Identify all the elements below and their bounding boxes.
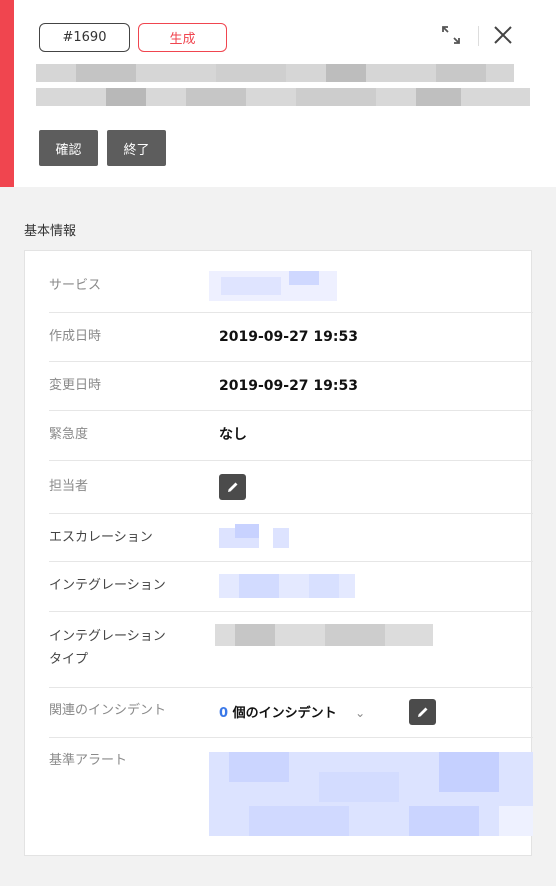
confirm-button[interactable]: 確認 <box>39 130 98 166</box>
related-count: 0 <box>219 706 229 721</box>
close-icon <box>494 26 512 44</box>
service-value-redacted <box>209 271 337 301</box>
row-integration-type: インテグレーション タイプ <box>49 612 533 688</box>
urgency-value: なし <box>219 427 247 443</box>
edit-assignee-button[interactable] <box>219 474 246 500</box>
escalation-value-redacted <box>219 524 289 548</box>
field-label: 関連のインシデント <box>49 703 167 718</box>
chevron-down-icon: ⌄ <box>355 706 366 720</box>
status-badge: 生成 <box>138 23 227 52</box>
pencil-icon <box>227 482 237 492</box>
close-button[interactable] <box>488 20 518 50</box>
field-label: インテグレーション <box>49 578 166 593</box>
row-created: 作成日時 2019-09-27 19:53 <box>49 313 533 362</box>
field-label: サービス <box>49 278 102 293</box>
edit-related-button[interactable] <box>409 699 436 725</box>
field-label: 作成日時 <box>49 329 102 344</box>
base-alert-value-redacted <box>209 752 533 836</box>
integration-type-value-redacted <box>215 624 433 646</box>
row-assignee: 担当者 <box>49 461 533 514</box>
expand-icon <box>442 26 460 44</box>
pencil-icon <box>417 707 427 717</box>
field-label: タイプ <box>49 652 89 667</box>
incident-header: #1690 生成 確認 終了 <box>0 0 556 187</box>
field-label: 緊急度 <box>49 427 89 442</box>
row-modified: 変更日時 2019-09-27 19:53 <box>49 362 533 411</box>
row-urgency: 緊急度 なし <box>49 411 533 461</box>
related-incidents-dropdown[interactable]: 0 個のインシデント ⌄ <box>219 702 365 725</box>
field-label: インテグレーション <box>49 629 166 644</box>
field-label: 基準アラート <box>49 753 128 768</box>
field-label: 担当者 <box>49 479 89 494</box>
modified-value: 2019-09-27 19:53 <box>219 378 358 394</box>
divider <box>478 26 479 46</box>
row-service: サービス <box>49 263 533 313</box>
field-label: エスカレーション <box>49 530 153 545</box>
end-button[interactable]: 終了 <box>107 130 166 166</box>
field-label: 変更日時 <box>49 378 102 393</box>
basic-info-card: サービス 作成日時 2019-09-27 19:53 変更日時 2019-09-… <box>24 250 533 856</box>
incident-title-redacted <box>36 64 530 106</box>
related-suffix: 個のインシデント <box>232 706 337 721</box>
incident-id-badge: #1690 <box>39 23 130 52</box>
row-base-alert: 基準アラート <box>49 738 533 848</box>
row-related-incidents: 関連のインシデント 0 個のインシデント ⌄ <box>49 688 533 738</box>
status-accent-bar <box>0 0 14 187</box>
section-title: 基本情報 <box>24 224 77 239</box>
expand-button[interactable] <box>438 22 464 48</box>
row-integration: インテグレーション <box>49 562 533 612</box>
integration-value-redacted <box>219 574 355 598</box>
row-escalation: エスカレーション <box>49 514 533 562</box>
created-value: 2019-09-27 19:53 <box>219 329 358 345</box>
